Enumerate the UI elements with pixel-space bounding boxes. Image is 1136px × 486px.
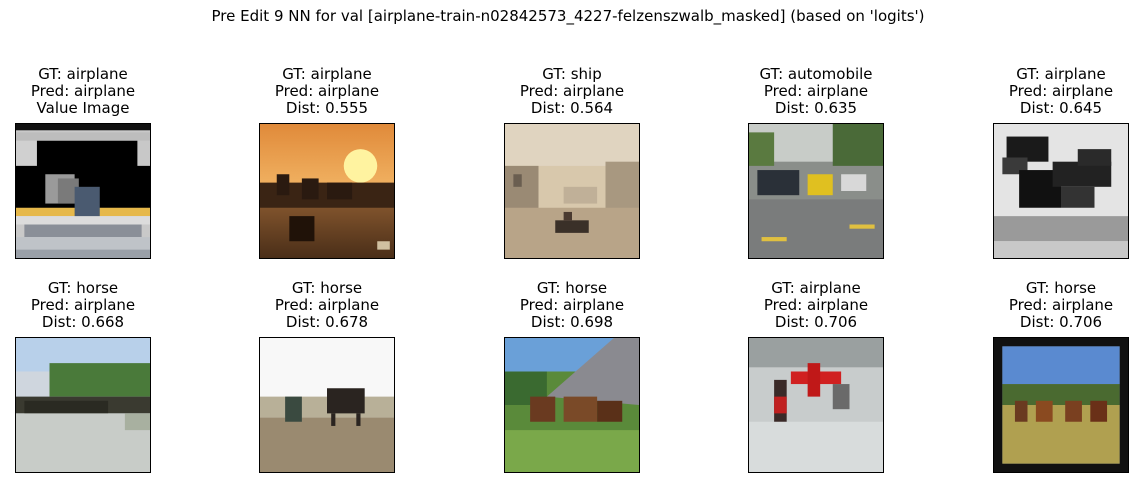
panel-title: GT: airplane Pred: airplane Value Image xyxy=(0,66,201,117)
gt-label: GT: automobile xyxy=(759,65,873,83)
gt-label: GT: horse xyxy=(291,279,363,297)
dist-label: Dist: 0.635 xyxy=(774,99,858,117)
neighbor-image xyxy=(748,123,884,259)
gt-label: GT: ship xyxy=(542,65,602,83)
dist-label: Dist: 0.645 xyxy=(1019,99,1103,117)
panel-title: GT: horse Pred: airplane Dist: 0.668 xyxy=(0,280,201,331)
pred-label: Pred: airplane xyxy=(274,82,380,100)
pred-label: Pred: airplane xyxy=(30,296,136,314)
value-image-label: Value Image xyxy=(36,99,130,117)
dist-label: Dist: 0.698 xyxy=(530,313,614,331)
panel-title: GT: horse Pred: airplane Dist: 0.678 xyxy=(209,280,445,331)
gt-label: GT: airplane xyxy=(38,65,128,83)
pred-label: Pred: airplane xyxy=(30,82,136,100)
panel-title: GT: horse Pred: airplane Dist: 0.706 xyxy=(943,280,1136,331)
figure-title: Pre Edit 9 NN for val [airplane-train-n0… xyxy=(211,7,925,25)
pred-label: Pred: airplane xyxy=(519,296,625,314)
gt-label: GT: airplane xyxy=(282,65,372,83)
neighbor-image xyxy=(504,337,640,473)
pred-label: Pred: airplane xyxy=(519,82,625,100)
dist-label: Dist: 0.706 xyxy=(1019,313,1103,331)
gt-label: GT: horse xyxy=(1025,279,1097,297)
pred-label: Pred: airplane xyxy=(1008,296,1114,314)
neighbor-image xyxy=(259,337,395,473)
neighbor-image xyxy=(993,337,1129,473)
value-image xyxy=(15,123,151,259)
panel-title: GT: automobile Pred: airplane Dist: 0.63… xyxy=(698,66,934,117)
panel-title: GT: airplane Pred: airplane Dist: 0.555 xyxy=(209,66,445,117)
gt-label: GT: horse xyxy=(536,279,608,297)
pred-label: Pred: airplane xyxy=(763,82,869,100)
neighbor-image xyxy=(993,123,1129,259)
panel-title: GT: ship Pred: airplane Dist: 0.564 xyxy=(454,66,690,117)
neighbor-image xyxy=(748,337,884,473)
gt-label: GT: airplane xyxy=(1016,65,1106,83)
dist-label: Dist: 0.706 xyxy=(774,313,858,331)
neighbor-image xyxy=(259,123,395,259)
panel-title: GT: horse Pred: airplane Dist: 0.698 xyxy=(454,280,690,331)
pred-label: Pred: airplane xyxy=(1008,82,1114,100)
neighbor-image xyxy=(504,123,640,259)
pred-label: Pred: airplane xyxy=(763,296,869,314)
dist-label: Dist: 0.564 xyxy=(530,99,614,117)
panel-title: GT: airplane Pred: airplane Dist: 0.706 xyxy=(698,280,934,331)
dist-label: Dist: 0.678 xyxy=(285,313,369,331)
dist-label: Dist: 0.668 xyxy=(41,313,125,331)
dist-label: Dist: 0.555 xyxy=(285,99,369,117)
panel-title: GT: airplane Pred: airplane Dist: 0.645 xyxy=(943,66,1136,117)
neighbor-image xyxy=(15,337,151,473)
gt-label: GT: airplane xyxy=(771,279,861,297)
pred-label: Pred: airplane xyxy=(274,296,380,314)
gt-label: GT: horse xyxy=(47,279,119,297)
